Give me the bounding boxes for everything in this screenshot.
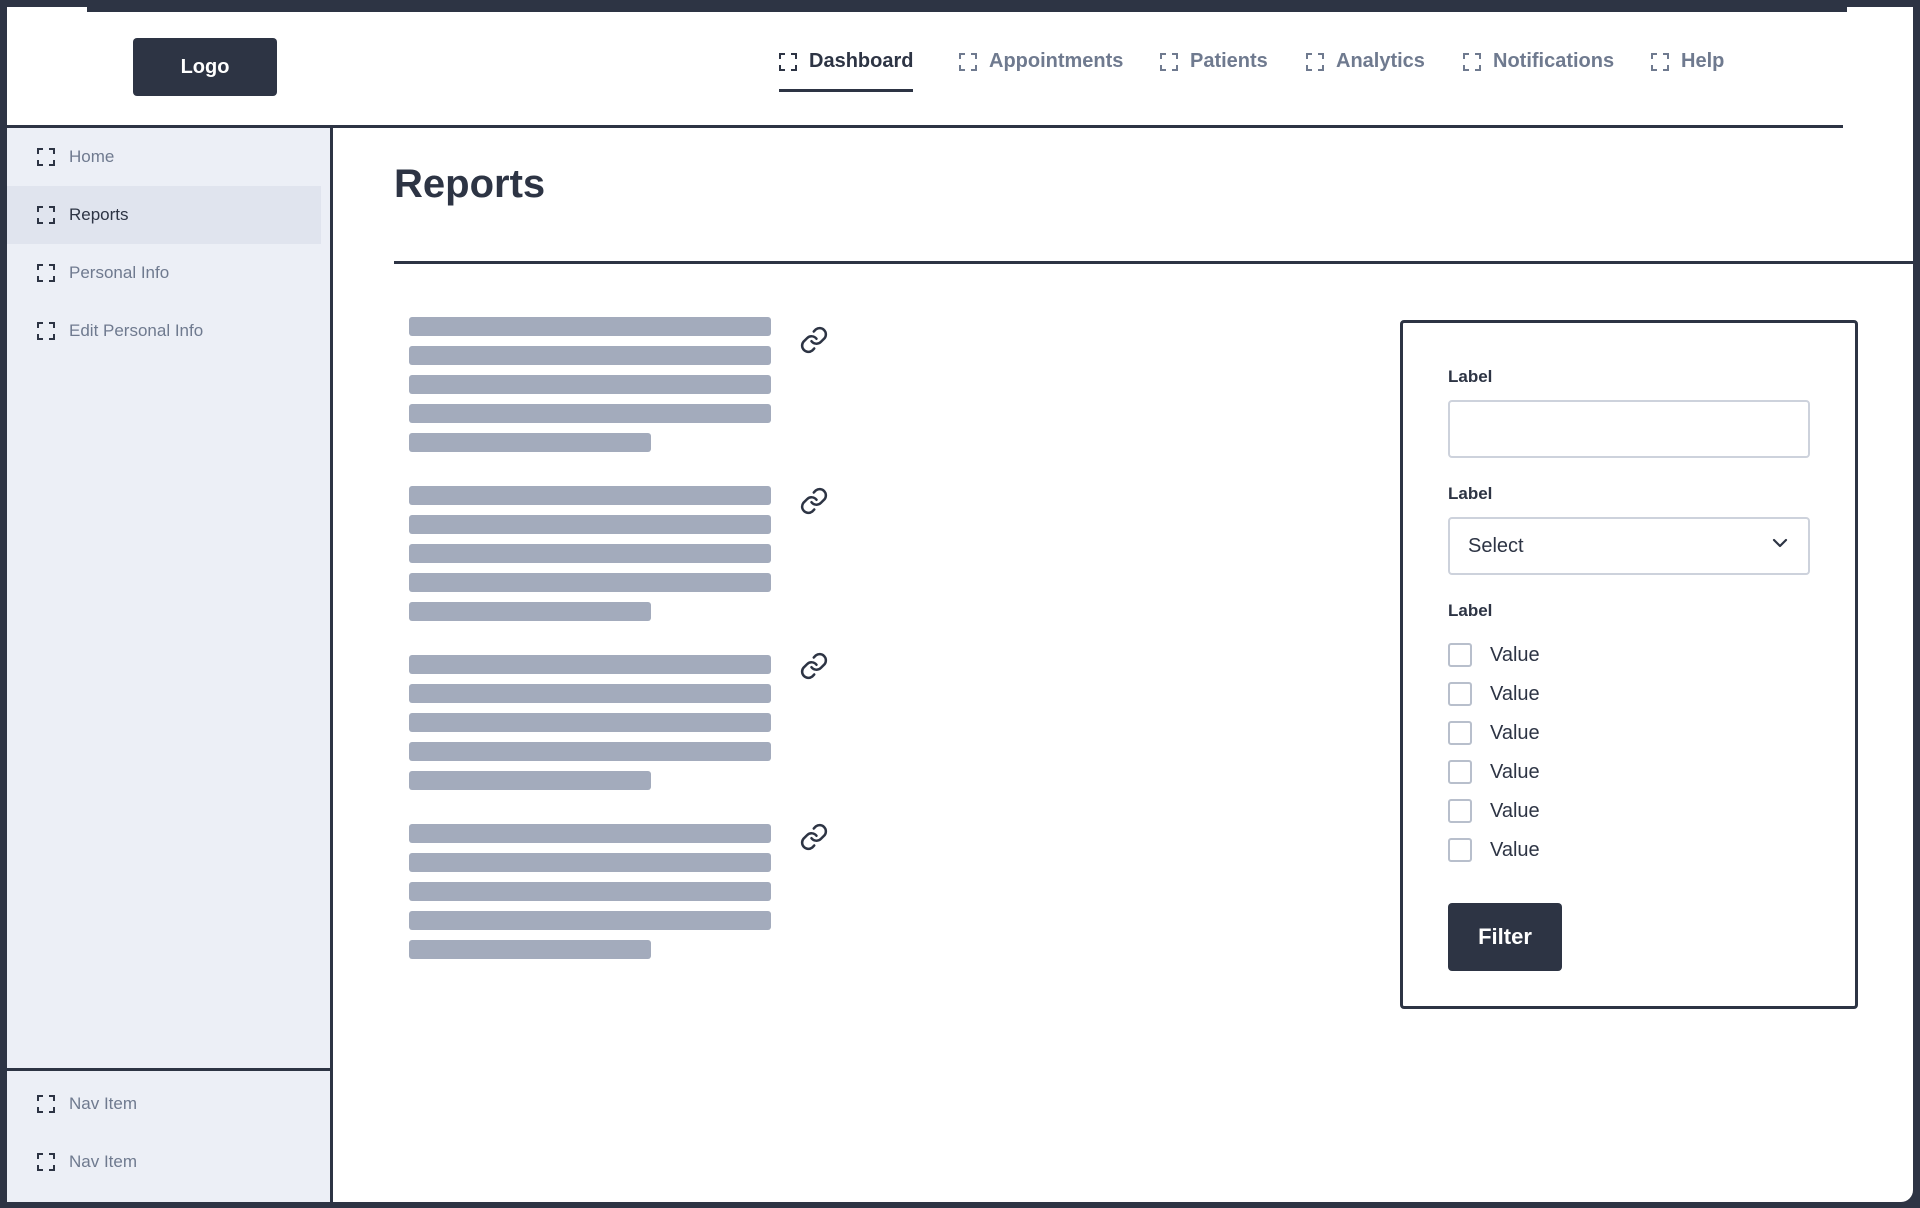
top-nav-item-dashboard[interactable]: Dashboard [779,50,914,92]
checkbox-group-label: Label [1448,601,1493,620]
checkbox-label: Value [1490,721,1540,744]
sidebar-item-label: Nav Item [69,1152,138,1171]
sidebar-footer-nav-item[interactable]: Nav Item [7,1075,321,1133]
checkbox-option[interactable]: Value [1448,760,1540,784]
checkbox-option[interactable]: Value [1448,643,1540,667]
top-nav-item-notifications[interactable]: Notifications [1463,50,1614,89]
checkbox-label: Value [1490,682,1540,705]
top-nav-label: Help [1681,50,1725,72]
checkbox-label: Value [1490,760,1540,783]
link-icon[interactable] [799,822,829,852]
top-nav-label: Dashboard [809,50,914,72]
checkbox[interactable] [1448,799,1472,823]
skeleton-line [409,742,771,761]
top-nav-label: Patients [1190,50,1268,72]
chevron-down-icon [1770,533,1790,559]
checkbox[interactable] [1448,643,1472,667]
sidebar-item-label: Nav Item [69,1094,138,1113]
top-nav-label: Notifications [1493,50,1615,72]
select-value: Select [1468,534,1524,557]
placeholder-bracket-icon [37,322,55,340]
title-divider [394,261,1913,264]
placeholder-bracket-icon [37,1153,55,1171]
page-title: Reports [394,162,546,206]
checkbox-option[interactable]: Value [1448,682,1540,706]
link-icon[interactable] [799,325,829,355]
sidebar-item-home[interactable]: Home [7,128,321,186]
top-nav-item-appointments[interactable]: Appointments [959,50,1123,89]
checkbox-option[interactable]: Value [1448,721,1540,745]
filter-panel: Label Label Select Label Value Value Val… [1400,320,1858,1009]
skeleton-line [409,486,771,505]
placeholder-bracket-icon [1160,52,1178,71]
placeholder-bracket-icon [779,52,797,71]
sidebar-item-label: Personal Info [69,263,170,282]
skeleton-line [409,404,771,423]
placeholder-bracket-icon [37,1095,55,1113]
top-nav-label: Appointments [989,50,1124,72]
skeleton-line [409,317,771,336]
skeleton-line [409,346,771,365]
sidebar-divider [7,1068,330,1071]
top-header: Logo Dashboard Appointments Patients Ana… [7,7,1843,128]
checkbox-label: Value [1490,643,1540,666]
checkbox[interactable] [1448,838,1472,862]
skeleton-line [409,853,771,872]
skeleton-line [409,882,771,901]
sidebar-item-label: Edit Personal Info [69,321,204,340]
top-nav-label: Analytics [1336,50,1425,72]
sidebar-footer-nav-item[interactable]: Nav Item [7,1133,321,1191]
checkbox-option[interactable]: Value [1448,838,1540,862]
placeholder-bracket-icon [1306,52,1324,71]
link-icon[interactable] [799,651,829,681]
skeleton-line [409,515,771,534]
skeleton-line [409,824,771,843]
skeleton-line [409,911,771,930]
checkbox-option[interactable]: Value [1448,799,1540,823]
sidebar-item-edit-personal-info[interactable]: Edit Personal Info [7,302,321,360]
text-input[interactable] [1448,400,1810,458]
select-dropdown[interactable]: Select [1448,517,1810,575]
sidebar-item-reports[interactable]: Reports [7,186,321,244]
sidebar-item-label: Reports [69,205,129,224]
sidebar: Home Reports Personal Info Edit Personal… [7,128,333,1202]
sidebar-item-label: Home [69,147,115,166]
skeleton-line [409,602,651,621]
top-nav-item-patients[interactable]: Patients [1160,50,1268,89]
skeleton-line [409,375,771,394]
checkbox[interactable] [1448,721,1472,745]
checkbox-label: Value [1490,799,1540,822]
link-icon[interactable] [799,486,829,516]
placeholder-bracket-icon [1463,52,1481,71]
filter-button[interactable]: Filter [1448,903,1562,971]
skeleton-line [409,433,651,452]
placeholder-bracket-icon [37,148,55,166]
checkbox[interactable] [1448,682,1472,706]
placeholder-bracket-icon [1651,52,1669,71]
placeholder-bracket-icon [37,264,55,282]
skeleton-line [409,684,771,703]
select-label: Label [1448,484,1493,503]
top-nav-item-analytics[interactable]: Analytics [1306,50,1425,89]
sidebar-item-personal-info[interactable]: Personal Info [7,244,321,302]
app-window: Logo Dashboard Appointments Patients Ana… [7,7,1913,1202]
logo[interactable]: Logo [133,38,277,96]
skeleton-line [409,713,771,732]
checkbox-label: Value [1490,838,1540,861]
placeholder-bracket-icon [37,206,55,224]
placeholder-bracket-icon [959,52,977,71]
skeleton-line [409,573,771,592]
skeleton-line [409,940,651,959]
top-nav-item-help[interactable]: Help [1651,50,1724,89]
checkbox[interactable] [1448,760,1472,784]
text-field-label: Label [1448,367,1493,386]
skeleton-line [409,771,651,790]
skeleton-line [409,544,771,563]
skeleton-line [409,655,771,674]
